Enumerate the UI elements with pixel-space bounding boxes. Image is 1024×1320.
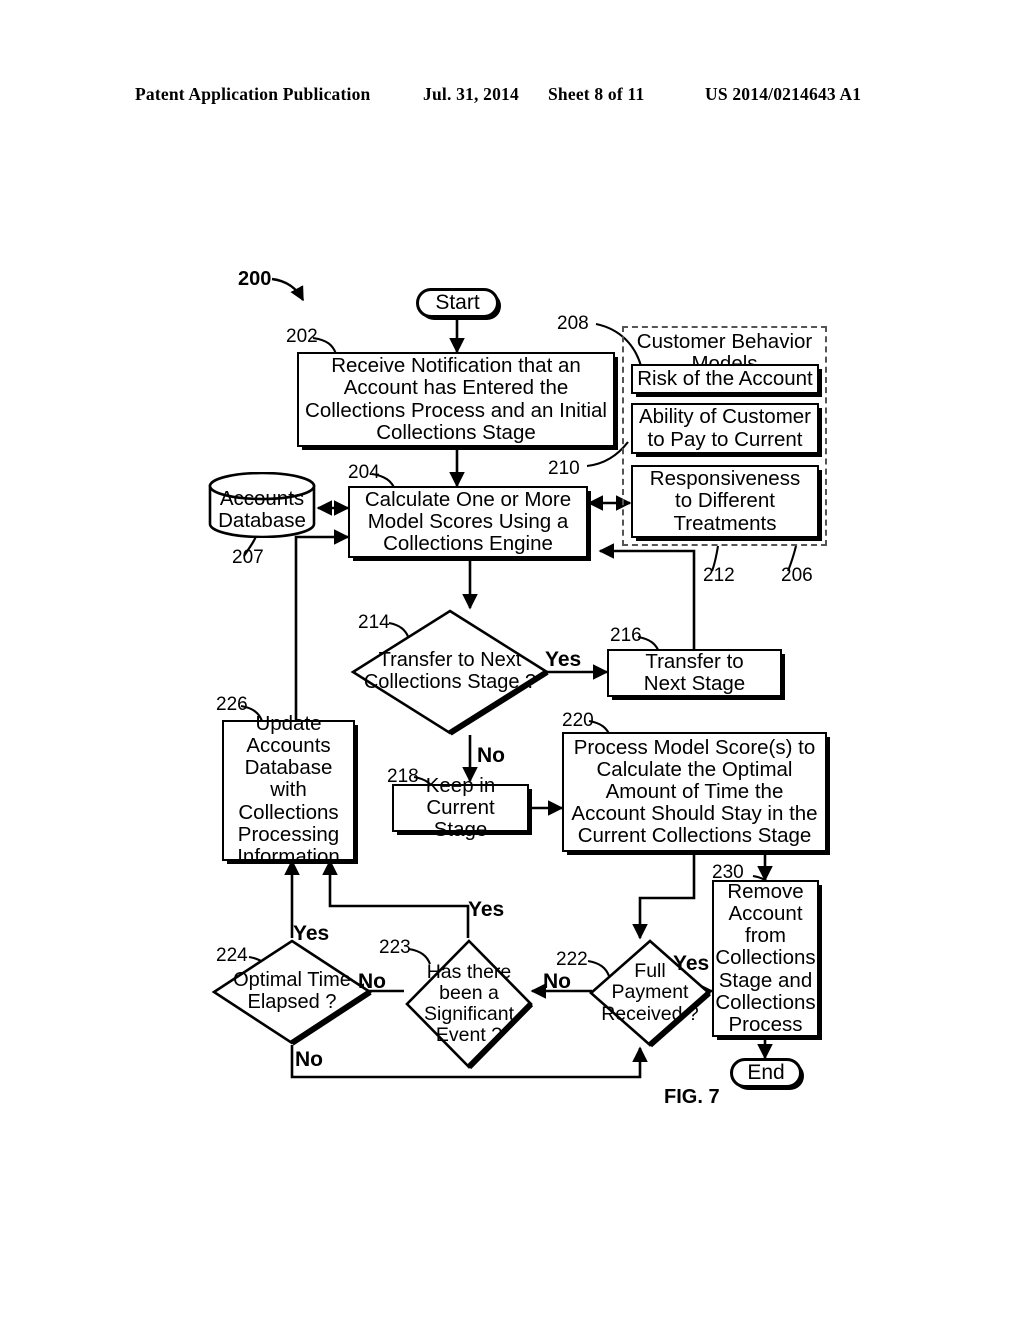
ref-207: 207 [232,547,264,568]
node-224-line-0: Optimal [233,969,302,992]
node-223-line-2: been a [439,981,499,1004]
node-226-line-5: Information [237,844,340,868]
ref-216: 216 [610,625,642,646]
ref-208: 208 [557,313,589,334]
node-transfer-decision: Transfer to Next Collections Stage ? [350,608,550,736]
ref-204: 204 [348,462,380,483]
node-214-line-2: Collections Stage [363,671,520,693]
figure-caption: FIG. 7 [664,1086,720,1108]
node-212-line-2: Treatments [673,511,777,535]
node-responsiveness: Responsiveness to Different Treatments [631,465,819,538]
ref-202: 202 [286,326,318,347]
node-214-label: Transfer to Next Collections Stage ? [350,650,550,693]
node-start-label: Start [435,290,480,314]
node-223-line-5: ? [491,1024,503,1047]
node-226-line-2: Database with [244,756,333,802]
node-210-line-0: Ability of Customer [638,405,812,429]
node-210-line-1: to Pay to Current [647,427,803,451]
node-230-line-3: Collections [715,946,816,970]
node-216-line-1: Next Stage [643,672,746,695]
node-220-line-3: Account Should Stay in the [571,802,818,826]
node-222-line-0: Full [634,960,666,983]
node-202-line-2: Collections Process and an Initial [305,398,607,422]
ref-206: 206 [781,565,813,586]
node-220-line-4: Current Collections Stage [577,824,812,848]
node-230-line-6: Process [728,1012,803,1036]
node-223-line-1: there [466,960,512,983]
node-224-label: Optimal Time Elapsed ? [211,970,373,1013]
node-202-line-0: Receive Notification that an [331,354,581,378]
node-accounts-database: Accounts Database [207,472,317,538]
node-optimal-time-decision: Optimal Time Elapsed ? [211,938,373,1046]
node-212-line-1: to Different [675,489,775,513]
node-risk-of-account: Risk of the Account [631,364,819,394]
node-222-line-3: ? [687,1002,699,1025]
branch-224-no: No [295,1048,323,1071]
branch-223-yes: Yes [468,898,505,921]
node-207-line-1: Database [218,508,306,532]
node-receive-notification: Receive Notification that an Account has… [297,352,615,447]
ref-212: 212 [703,565,735,586]
node-update-accounts-database: Update Accounts Database with Collection… [222,712,355,867]
node-start: Start [416,288,499,318]
branch-223-no: No [358,970,386,993]
node-223-line-0: Has [426,960,462,983]
node-202-line-1: Account has Entered the [343,376,569,400]
node-222-line-1: Payment [611,981,689,1004]
node-208-line-0: Risk of the Account [637,366,813,390]
node-220-line-0: Process Model Score(s) to [573,735,816,759]
node-214-line-0: Transfer [378,649,453,672]
node-204-line-1: Model Scores Using a [367,509,569,533]
node-transfer-next-stage: Transfer to Next Stage [607,649,782,697]
node-226-line-1: Accounts [246,734,331,758]
branch-214-no: No [477,744,505,767]
node-216-line-0: Transfer to [645,649,744,673]
node-204-line-0: Calculate One or More [364,487,572,511]
node-226-line-4: Processing [237,822,340,846]
node-202-line-3: Collections Stage [376,420,536,444]
accounts-database-label: Accounts Database [207,488,317,531]
ref-200: 200 [238,268,272,290]
ref-220: 220 [562,710,594,731]
node-223-line-3: Significant [424,1003,514,1025]
node-calculate-model-scores: Calculate One or More Model Scores Using… [348,486,588,558]
node-ability-to-pay: Ability of Customer to Pay to Current [631,403,819,454]
node-214-line-1: to Next [457,649,522,672]
node-230-line-0: Remove [727,880,804,904]
node-230-line-2: from [745,924,786,948]
group-title-line-0: Customer Behavior [636,330,813,353]
branch-214-yes: Yes [545,648,582,671]
node-220-line-1: Calculate the Optimal [596,757,793,781]
node-keep-current-stage: Keep in Current Stage [392,774,529,841]
flowchart-figure: 200 Start 202 Receive Notification that … [0,0,1024,1320]
branch-222-yes: Yes [673,952,710,975]
node-212-line-0: Responsiveness [649,467,801,491]
ref-210: 210 [548,458,580,479]
node-process-model-scores: Process Model Score(s) to Calculate the … [562,732,827,852]
node-remove-account: Remove Account from Collections Stage an… [712,880,819,1037]
node-204-line-2: Collections Engine [383,532,553,556]
branch-222-no: No [543,970,571,993]
node-230-line-1: Account [728,902,803,926]
node-218-line-0: Keep in [425,773,496,797]
node-226-line-0: Update [255,712,322,736]
node-207-line-0: Accounts [219,487,305,510]
node-224-line-2: ? [325,991,337,1013]
branch-224-yes: Yes [293,922,330,945]
node-226-line-3: Collections [238,800,339,824]
node-218-line-1: Current Stage [426,795,495,842]
node-214-line-3: ? [525,671,537,693]
node-223-line-4: Event [435,1024,486,1047]
node-230-line-5: Collections [715,990,816,1014]
node-220-line-2: Amount of Time the [605,779,784,803]
node-significant-event-decision: Has there been a Significant Event ? [404,938,534,1070]
node-end-label: End [747,1060,785,1084]
node-end: End [730,1058,802,1088]
ref-222: 222 [556,949,588,970]
node-230-line-4: Stage and [718,968,813,992]
node-222-line-2: Received [601,1002,683,1025]
node-223-label: Has there been a Significant Event ? [404,960,534,1047]
